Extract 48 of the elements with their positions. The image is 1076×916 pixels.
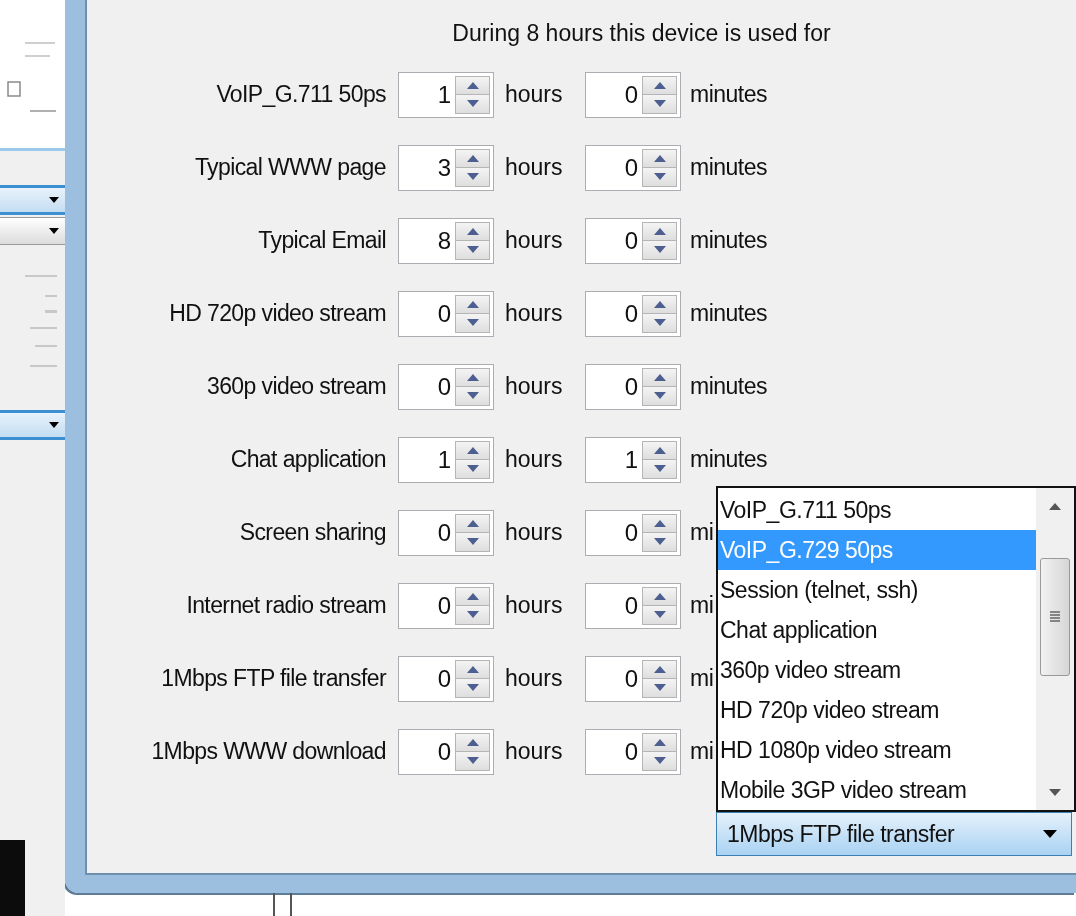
unit-label: hours [505, 737, 564, 767]
caret-icon [49, 197, 59, 203]
caret-icon [49, 422, 59, 428]
dropdown-field[interactable]: 1Mbps FTP file transfer [716, 812, 1072, 856]
unit-label: hours [505, 299, 564, 329]
row-label: 1Mbps WWW download [150, 737, 386, 767]
unit-label: mi [690, 737, 714, 767]
unit-label: mi [690, 518, 714, 548]
row-label: Screen sharing [238, 518, 386, 548]
row-label: Internet radio stream [185, 591, 386, 621]
unit-label: mi [690, 591, 714, 621]
scrollbar-thumb[interactable] [1040, 558, 1070, 676]
scroll-up-icon[interactable] [1049, 502, 1061, 510]
unit-label: mi [690, 664, 714, 694]
scroll-down-icon[interactable] [1049, 788, 1061, 796]
scrollbar[interactable] [1036, 488, 1074, 810]
section-heading: During 8 hours this device is used for [452, 19, 831, 48]
dropdown-option[interactable]: 360p video stream [718, 650, 1036, 690]
unit-label: hours [505, 372, 564, 402]
unit-label: minutes [690, 226, 768, 256]
caret-icon [49, 228, 59, 234]
dropdown-option[interactable]: Chat application [718, 610, 1036, 650]
row-label: 360p video stream [205, 372, 386, 402]
row-label: Typical Email [257, 226, 386, 256]
unit-label: hours [505, 518, 564, 548]
caret-icon [1043, 830, 1057, 838]
unit-label: hours [505, 591, 564, 621]
grip-icon [1050, 611, 1060, 623]
unit-label: minutes [690, 445, 768, 475]
row-label: HD 720p video stream [168, 299, 386, 329]
unit-label: hours [505, 445, 564, 475]
unit-label: hours [505, 153, 564, 183]
row-label: Chat application [229, 445, 386, 475]
row-label: VoIP_G.711 50ps [215, 80, 386, 110]
dropdown-option[interactable]: Mobile 3GP video stream [718, 770, 1036, 810]
row-label: 1Mbps FTP file transfer [160, 664, 386, 694]
row-label: Typical WWW page [193, 153, 386, 183]
unit-label: hours [505, 664, 564, 694]
dropdown-option[interactable]: Session (telnet, ssh) [718, 570, 1036, 610]
dropdown-option[interactable]: VoIP_G.711 50ps [718, 490, 1036, 530]
unit-label: minutes [690, 299, 768, 329]
unit-label: hours [505, 80, 564, 110]
unit-label: hours [505, 226, 564, 256]
unit-label: minutes [690, 80, 768, 110]
unit-label: minutes [690, 153, 768, 183]
unit-label: minutes [690, 372, 768, 402]
dropdown-option[interactable]: HD 720p video stream [718, 690, 1036, 730]
dropdown-option[interactable]: HD 1080p video stream [718, 730, 1036, 770]
